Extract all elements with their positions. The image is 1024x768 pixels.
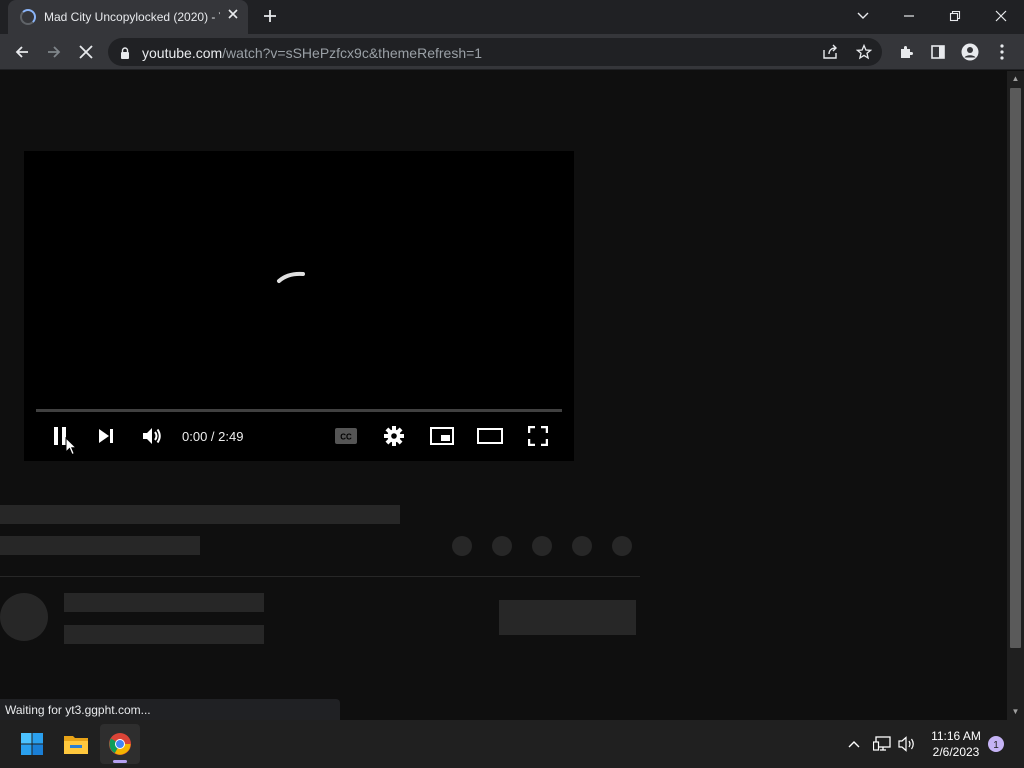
- network-icon: [873, 736, 891, 751]
- action-placeholder: [572, 536, 592, 556]
- next-button[interactable]: [90, 423, 122, 449]
- show-hidden-icons-button[interactable]: [844, 734, 864, 754]
- back-arrow-icon: [15, 46, 28, 58]
- url-text: youtube.com/watch?v=sSHePzfcx9c&themeRef…: [142, 45, 483, 61]
- profile-icon: [961, 43, 979, 61]
- action-placeholder: [532, 536, 552, 556]
- avatar-placeholder: [0, 593, 48, 641]
- progress-bar[interactable]: [36, 409, 562, 412]
- more-icon: [1000, 44, 1004, 60]
- time-display: 0:00 / 2:49: [182, 429, 244, 444]
- volume-tray-button[interactable]: [897, 734, 917, 754]
- share-icon[interactable]: [822, 44, 838, 65]
- tab-search-button[interactable]: [840, 0, 886, 32]
- action-placeholder: [452, 536, 472, 556]
- address-bar[interactable]: youtube.com/watch?v=sSHePzfcx9c&themeRef…: [108, 38, 882, 66]
- settings-button[interactable]: [378, 423, 410, 449]
- cc-icon: CC: [335, 428, 357, 444]
- close-icon[interactable]: [224, 7, 242, 25]
- restore-button[interactable]: [932, 0, 978, 32]
- subtitles-button[interactable]: CC: [330, 423, 362, 449]
- close-icon: [995, 10, 1007, 22]
- action-placeholder: [612, 536, 632, 556]
- stop-button[interactable]: [72, 38, 100, 66]
- clock-time: 11:16 AM: [931, 729, 981, 743]
- restore-icon: [949, 10, 961, 22]
- stop-icon: [79, 45, 93, 59]
- next-icon: [99, 429, 113, 443]
- star-icon[interactable]: [855, 43, 873, 65]
- windows-start-icon: [21, 733, 43, 755]
- speaker-icon: [898, 736, 914, 752]
- status-bubble: Waiting for yt3.ggpht.com...: [0, 699, 340, 720]
- title-placeholder: [0, 505, 400, 524]
- start-button[interactable]: [12, 724, 52, 764]
- loading-spinner-icon: [20, 9, 36, 25]
- svg-text:CC: CC: [340, 433, 352, 442]
- youtube-page: 0:00 / 2:49 CC: [0, 71, 1007, 720]
- browser-tab-active[interactable]: Mad City Uncopylocked (2020) - YouTube: [8, 0, 248, 34]
- loading-spinner-icon: [277, 271, 305, 283]
- chrome-icon: [109, 733, 131, 755]
- extensions-button[interactable]: [892, 38, 920, 66]
- notification-badge[interactable]: 1: [988, 736, 1004, 752]
- browser-toolbar: youtube.com/watch?v=sSHePzfcx9c&themeRef…: [0, 34, 1024, 70]
- chevron-up-icon: [848, 741, 860, 748]
- new-tab-button[interactable]: [258, 5, 282, 29]
- channel-name-placeholder: [64, 593, 264, 612]
- volume-button[interactable]: [136, 423, 168, 449]
- tab-title: Mad City Uncopylocked (2020) - YouTube: [44, 10, 220, 24]
- action-placeholder: [492, 536, 512, 556]
- video-player[interactable]: 0:00 / 2:49 CC: [24, 151, 574, 461]
- clock[interactable]: 11:16 AM 2/6/2023: [924, 728, 988, 760]
- forward-arrow-icon: [48, 46, 61, 58]
- subscriber-count-placeholder: [64, 625, 264, 644]
- clock-date: 2/6/2023: [932, 745, 980, 759]
- theater-icon: [477, 428, 503, 444]
- side-panel-icon: [931, 45, 945, 59]
- minimize-icon: [904, 15, 914, 17]
- volume-icon: [143, 428, 161, 444]
- taskbar: 11:16 AM 2/6/2023: [0, 720, 1024, 768]
- theater-mode-button[interactable]: [474, 423, 506, 449]
- side-panel-button[interactable]: [924, 38, 952, 66]
- chevron-down-icon: [857, 12, 869, 19]
- file-explorer-button[interactable]: [56, 724, 96, 764]
- lock-icon[interactable]: [120, 46, 130, 64]
- scroll-down-arrow[interactable]: ▼: [1007, 704, 1024, 720]
- tab-strip: Mad City Uncopylocked (2020) - YouTube: [0, 0, 1024, 34]
- subscribe-button-placeholder: [499, 600, 636, 635]
- fullscreen-button[interactable]: [522, 423, 554, 449]
- gear-icon: [384, 426, 404, 446]
- mouse-cursor-icon: [65, 437, 77, 456]
- active-app-indicator: [113, 760, 127, 763]
- file-explorer-icon: [64, 736, 88, 754]
- miniplayer-icon: [430, 427, 454, 445]
- fullscreen-icon: [528, 426, 548, 446]
- plus-icon: [264, 10, 276, 22]
- back-button[interactable]: [8, 38, 36, 66]
- scroll-up-arrow[interactable]: ▲: [1007, 71, 1024, 87]
- puzzle-icon: [901, 46, 913, 58]
- divider: [0, 576, 640, 577]
- chrome-taskbar-button[interactable]: [100, 724, 140, 764]
- network-button[interactable]: [872, 734, 892, 754]
- miniplayer-button[interactable]: [426, 423, 458, 449]
- scrollbar-thumb[interactable]: [1010, 88, 1021, 648]
- page-scrollbar[interactable]: ▲ ▼: [1007, 71, 1024, 720]
- profile-button[interactable]: [956, 38, 984, 66]
- meta-placeholder: [0, 536, 200, 555]
- browser-menu-button[interactable]: [988, 38, 1016, 66]
- forward-button[interactable]: [40, 38, 68, 66]
- close-window-button[interactable]: [978, 0, 1024, 32]
- svg-text:1: 1: [993, 740, 999, 751]
- minimize-button[interactable]: [886, 0, 932, 32]
